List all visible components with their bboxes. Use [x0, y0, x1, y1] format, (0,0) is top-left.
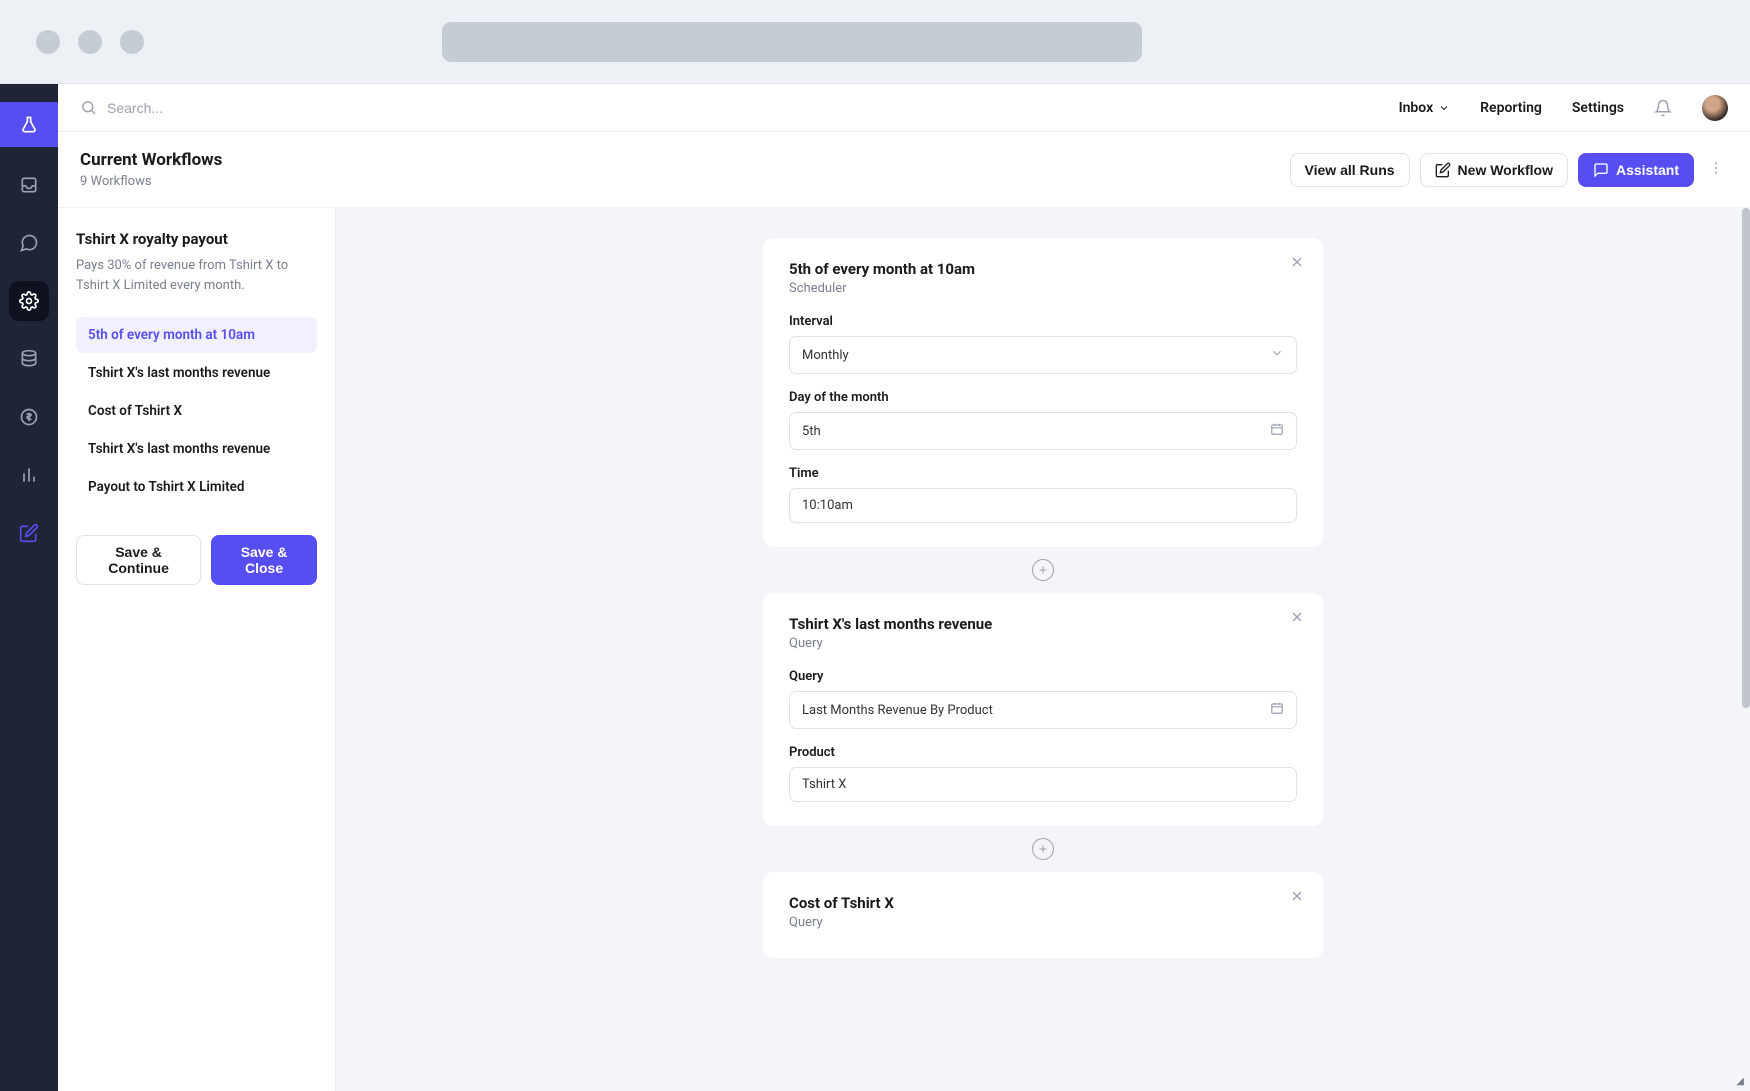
dollar-icon: [19, 407, 39, 427]
query-value: Last Months Revenue By Product: [802, 703, 993, 718]
day-input[interactable]: 5th: [789, 412, 1297, 450]
close-button[interactable]: [1289, 254, 1305, 274]
browser-chrome: [0, 0, 1750, 84]
step-item-revenue-2[interactable]: Tshirt X's last months revenue: [76, 431, 317, 467]
database-icon: [19, 349, 39, 369]
flask-icon: [19, 115, 39, 135]
nav-logo[interactable]: [0, 102, 58, 147]
nav-billing[interactable]: [9, 397, 49, 437]
window-control-minimize[interactable]: [78, 30, 102, 54]
save-continue-button[interactable]: Save & Continue: [76, 535, 201, 585]
nav-rail: [0, 84, 58, 1091]
side-panel: Tshirt X royalty payout Pays 30% of reve…: [58, 208, 336, 1091]
product-input[interactable]: Tshirt X: [789, 767, 1297, 802]
plus-icon: [1037, 843, 1049, 855]
window-control-close[interactable]: [36, 30, 60, 54]
chevron-down-icon: [1270, 346, 1284, 360]
nav-analytics[interactable]: [9, 455, 49, 495]
step-item-cost[interactable]: Cost of Tshirt X: [76, 393, 317, 429]
day-value: 5th: [802, 424, 821, 439]
chart-icon: [19, 465, 39, 485]
more-menu[interactable]: [1704, 154, 1728, 186]
message-icon: [19, 233, 39, 253]
nav-compose[interactable]: [9, 513, 49, 553]
settings-link[interactable]: Settings: [1572, 100, 1624, 116]
assistant-button[interactable]: Assistant: [1578, 153, 1694, 187]
view-all-runs-button[interactable]: View all Runs: [1290, 153, 1410, 187]
search-wrap: [80, 99, 1379, 116]
card-scheduler: 5th of every month at 10am Scheduler Int…: [763, 238, 1323, 547]
nav-settings[interactable]: [9, 281, 49, 321]
nav-data[interactable]: [9, 339, 49, 379]
scrollbar[interactable]: [1742, 208, 1750, 708]
card-title: Cost of Tshirt X: [789, 894, 1297, 912]
interval-select[interactable]: Monthly: [789, 336, 1297, 374]
workflow-title: Tshirt X royalty payout: [76, 230, 317, 248]
close-icon: [1289, 254, 1305, 270]
step-item-payout[interactable]: Payout to Tshirt X Limited: [76, 469, 317, 505]
inbox-link[interactable]: Inbox: [1399, 100, 1451, 116]
new-workflow-label: New Workflow: [1458, 162, 1553, 178]
add-step-button[interactable]: [1032, 559, 1054, 581]
url-bar[interactable]: [442, 22, 1142, 62]
close-button[interactable]: [1289, 888, 1305, 908]
workflow-description: Pays 30% of revenue from Tshirt X to Tsh…: [76, 256, 317, 295]
inbox-icon: [19, 175, 39, 195]
nav-inbox[interactable]: [9, 165, 49, 205]
avatar[interactable]: [1702, 95, 1728, 121]
search-input[interactable]: [107, 100, 407, 116]
reporting-link[interactable]: Reporting: [1480, 100, 1542, 116]
card-title: 5th of every month at 10am: [789, 260, 1297, 278]
card-title: Tshirt X's last months revenue: [789, 615, 1297, 633]
card-cost: Cost of Tshirt X Query: [763, 872, 1323, 958]
bell-icon: [1654, 99, 1672, 117]
page-title: Current Workflows: [80, 150, 1290, 170]
interval-label: Interval: [789, 314, 1297, 329]
notifications-button[interactable]: [1654, 99, 1672, 117]
product-label: Product: [789, 745, 1297, 760]
assistant-label: Assistant: [1616, 162, 1679, 178]
edit-icon: [19, 523, 39, 543]
gear-icon: [19, 291, 39, 311]
window-control-maximize[interactable]: [120, 30, 144, 54]
step-list: 5th of every month at 10am Tshirt X's la…: [76, 317, 317, 505]
day-label: Day of the month: [789, 390, 1297, 405]
step-item-scheduler[interactable]: 5th of every month at 10am: [76, 317, 317, 353]
step-item-revenue[interactable]: Tshirt X's last months revenue: [76, 355, 317, 391]
time-label: Time: [789, 466, 1297, 481]
time-value: 10:10am: [802, 498, 853, 513]
calendar-icon: [1270, 422, 1284, 436]
card-revenue: Tshirt X's last months revenue Query Que…: [763, 593, 1323, 826]
card-subtitle: Query: [789, 915, 1297, 930]
resize-handle[interactable]: ◢: [1736, 1076, 1744, 1087]
chevron-down-icon: [1438, 102, 1450, 114]
page-header: Current Workflows 9 Workflows View all R…: [58, 132, 1750, 208]
canvas: 5th of every month at 10am Scheduler Int…: [336, 208, 1750, 1091]
plus-icon: [1037, 564, 1049, 576]
close-button[interactable]: [1289, 609, 1305, 629]
window-controls: [36, 30, 144, 54]
close-icon: [1289, 888, 1305, 904]
kebab-icon: [1708, 160, 1724, 176]
inbox-label: Inbox: [1399, 100, 1434, 116]
top-bar: Inbox Reporting Settings: [58, 84, 1750, 132]
page-subtitle: 9 Workflows: [80, 174, 1290, 189]
product-value: Tshirt X: [802, 777, 846, 792]
add-step-button[interactable]: [1032, 838, 1054, 860]
calendar-icon: [1270, 701, 1284, 715]
save-close-button[interactable]: Save & Close: [211, 535, 317, 585]
time-input[interactable]: 10:10am: [789, 488, 1297, 523]
message-icon: [1593, 162, 1609, 178]
edit-icon: [1435, 162, 1451, 178]
card-subtitle: Scheduler: [789, 281, 1297, 296]
query-select[interactable]: Last Months Revenue By Product: [789, 691, 1297, 729]
card-subtitle: Query: [789, 636, 1297, 651]
search-icon: [80, 99, 97, 116]
new-workflow-button[interactable]: New Workflow: [1420, 153, 1568, 187]
nav-messages[interactable]: [9, 223, 49, 263]
interval-value: Monthly: [802, 348, 849, 363]
close-icon: [1289, 609, 1305, 625]
query-label: Query: [789, 669, 1297, 684]
